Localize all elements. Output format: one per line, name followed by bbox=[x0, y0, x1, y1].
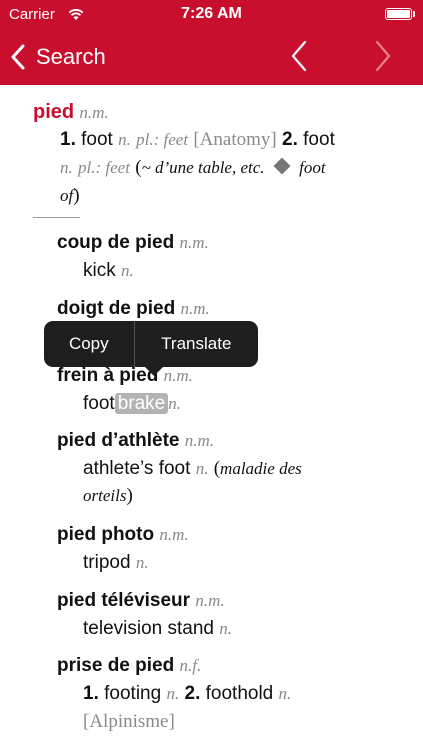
translation-pos: n. bbox=[195, 459, 209, 478]
subentry-pos: n.m. bbox=[180, 299, 210, 318]
context-menu: Copy Translate bbox=[44, 321, 258, 367]
sense2-pos: n. bbox=[60, 158, 73, 177]
sense2-plural: pl.: feet bbox=[78, 158, 130, 177]
subentry-translation: 1. footing n. 2. foothold n. bbox=[83, 683, 291, 705]
sense1-plural: pl.: feet bbox=[136, 130, 189, 149]
subentry-pied-televiseur[interactable]: pied téléviseur n.m. bbox=[57, 590, 225, 612]
translation-pos: n. bbox=[121, 261, 134, 280]
translation-text: athlete’s foot bbox=[83, 458, 191, 479]
sense-line-3: of) bbox=[60, 185, 80, 207]
sense-line-1: 1. foot n. pl.: feet [Anatomy] 2. foot bbox=[60, 129, 335, 151]
subentry-headword: pied photo bbox=[57, 524, 155, 545]
back-button[interactable]: Search bbox=[10, 42, 106, 72]
context-menu-pointer bbox=[145, 367, 163, 376]
selected-text[interactable]: brake bbox=[114, 393, 169, 414]
sense1-word: foot bbox=[81, 129, 113, 150]
sense2-note: ~ d’une table, etc. bbox=[141, 158, 265, 177]
subentry-pos: n.f. bbox=[179, 656, 202, 675]
entry-headword-line: pied n.m. bbox=[33, 101, 109, 124]
sense2-word: foot bbox=[303, 129, 335, 150]
note-text-end: orteils bbox=[83, 486, 127, 505]
translation-pos: n. bbox=[166, 684, 180, 703]
status-bar: Carrier 7:26 AM bbox=[0, 0, 423, 28]
domain-label: [Alpinisme] bbox=[83, 711, 175, 732]
sense1-number: 1. bbox=[60, 129, 76, 150]
translation-pos: n. bbox=[168, 394, 181, 413]
battery-nub bbox=[413, 11, 415, 17]
translation-pos: n. bbox=[278, 684, 292, 703]
translation-text: foot bbox=[83, 393, 115, 414]
battery-icon bbox=[385, 8, 412, 20]
subentry-headword: frein à pied bbox=[57, 365, 159, 386]
subentry-doigt-de-pied[interactable]: doigt de pied n.m. bbox=[57, 298, 210, 320]
subentry-translation: foot brake n. bbox=[83, 393, 181, 415]
status-time: 7:26 AM bbox=[181, 5, 242, 22]
sense-number: 1. bbox=[83, 683, 99, 704]
subentry-prise-de-pied[interactable]: prise de pied n.f. bbox=[57, 655, 201, 677]
sense1-domain: [Anatomy] bbox=[193, 129, 277, 150]
subentry-note-line: orteils) bbox=[83, 485, 133, 507]
entry-divider bbox=[33, 217, 80, 218]
subentry-pied-d-athlete[interactable]: pied d’athlète n.m. bbox=[57, 430, 214, 452]
subentry-headword: doigt de pied bbox=[57, 298, 176, 319]
subentry-headword: prise de pied bbox=[57, 655, 175, 676]
sense1-pos: n. bbox=[118, 130, 131, 149]
subentry-headword: coup de pied bbox=[57, 232, 175, 253]
subentry-pied-photo[interactable]: pied photo n.m. bbox=[57, 524, 189, 546]
subentry-headword: pied d’athlète bbox=[57, 430, 180, 451]
translate-button[interactable]: Translate bbox=[135, 321, 258, 367]
entry-headword: pied bbox=[33, 101, 75, 123]
subentry-translation: kick n. bbox=[83, 260, 134, 282]
translation-pos: n. bbox=[135, 553, 149, 572]
translation-pos: n. bbox=[219, 619, 232, 638]
translation-text: foothold bbox=[205, 683, 274, 704]
subentry-coup-de-pied[interactable]: coup de pied n.m. bbox=[57, 232, 209, 254]
subentry-pos: n.m. bbox=[159, 525, 189, 544]
subentry-translation: television stand n. bbox=[83, 618, 232, 640]
entry-pos: n.m. bbox=[79, 103, 109, 122]
previous-entry-button[interactable] bbox=[285, 38, 315, 74]
next-entry-button[interactable] bbox=[367, 38, 397, 74]
chevron-left-icon bbox=[11, 44, 25, 70]
nav-bar: Search bbox=[0, 28, 423, 85]
subentry-frein-a-pied[interactable]: frein à pied n.m. bbox=[57, 365, 193, 387]
subentry-pos: n.m. bbox=[184, 431, 215, 450]
subentry-translation: tripod n. bbox=[83, 552, 149, 574]
sense-number: 2. bbox=[184, 683, 201, 704]
subentry-pos: n.m. bbox=[195, 591, 225, 610]
translation-text: tripod bbox=[83, 552, 131, 573]
subentry-translation: athlete’s foot n. (maladie des bbox=[83, 458, 302, 480]
sense2-example: foot bbox=[299, 158, 326, 177]
subentry-headword: pied téléviseur bbox=[57, 590, 191, 611]
translation-text: television stand bbox=[83, 618, 214, 639]
subentry-pos: n.m. bbox=[163, 366, 193, 385]
copy-button[interactable]: Copy bbox=[44, 321, 135, 367]
note-text: maladie des bbox=[220, 459, 302, 478]
sense2-paren-close: ) bbox=[73, 185, 80, 206]
subentry-domain-line: [Alpinisme] bbox=[83, 711, 175, 733]
translation-text: kick bbox=[83, 260, 116, 281]
subentry-pos: n.m. bbox=[179, 233, 209, 252]
sense2-number: 2. bbox=[282, 129, 298, 150]
sense-line-2: n. pl.: feet (~ d’une table, etc. foot bbox=[60, 157, 326, 179]
sense2-example-end: of bbox=[60, 186, 74, 205]
translation-text: footing bbox=[104, 683, 162, 704]
note-paren-close: ) bbox=[126, 485, 133, 506]
diamond-icon bbox=[273, 157, 291, 175]
back-button-label: Search bbox=[36, 44, 106, 69]
